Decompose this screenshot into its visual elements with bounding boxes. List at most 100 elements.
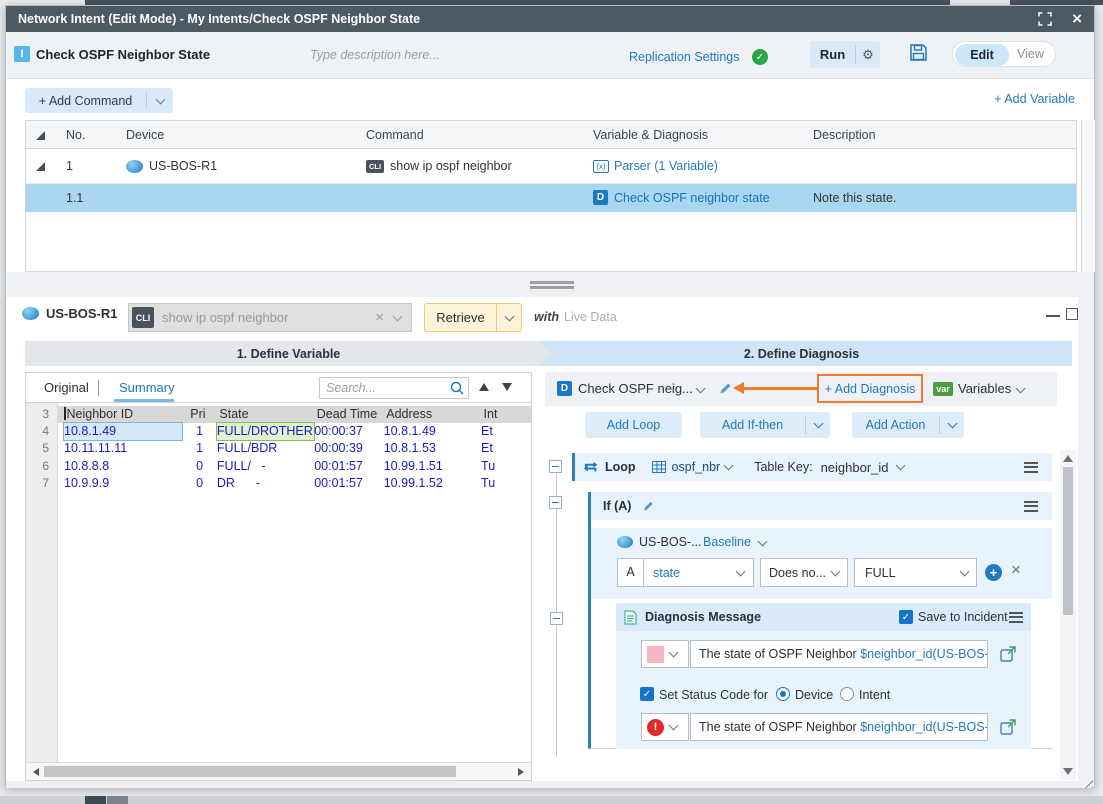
add-if-then-button[interactable]: Add If-then — [700, 412, 830, 438]
live-data-label: Live Data — [564, 310, 617, 324]
table-key-dropdown[interactable]: neighbor_id — [821, 460, 889, 475]
search-next-icon[interactable] — [502, 383, 512, 391]
fullscreen-icon[interactable] — [1038, 12, 1052, 26]
cli-command-input[interactable]: CLI show ip ospf neighbor × — [128, 303, 412, 332]
add-condition-icon[interactable]: + — [985, 564, 1002, 581]
condition-operator-select[interactable]: Does no... — [760, 558, 848, 587]
diagnosis-message-header[interactable]: Diagnosis Message ✓ Save to Incident — [616, 603, 1031, 631]
edit-if-pencil-icon[interactable] — [641, 499, 655, 513]
add-if-then-chevron-icon[interactable] — [806, 423, 830, 427]
tab-summary[interactable]: Summary — [119, 380, 175, 395]
replication-check-icon: ✓ — [752, 49, 768, 65]
table-scrollbar-track[interactable] — [1081, 120, 1095, 272]
status-message-input[interactable]: The state of OSPF Neighbor $neighbor_id(… — [690, 713, 988, 741]
message-color-select[interactable] — [641, 640, 689, 668]
variables-badge: var — [933, 382, 953, 396]
retrieve-dropdown-icon[interactable] — [497, 316, 521, 320]
collapse-all-icon[interactable] — [36, 131, 45, 140]
if-menu-icon[interactable] — [1024, 501, 1038, 512]
scroll-left-icon[interactable] — [33, 768, 39, 776]
save-to-incident-checkbox[interactable]: ✓ — [899, 610, 913, 624]
save-to-incident-label: Save to Incident — [918, 610, 1008, 624]
edit-toggle[interactable]: Edit — [955, 44, 1009, 66]
variables-dropdown[interactable]: Variables — [958, 381, 1011, 396]
search-box — [319, 377, 469, 399]
add-action-chevron-icon[interactable] — [940, 423, 964, 427]
status-code-select[interactable]: ! — [641, 713, 689, 741]
table-row-diagnosis-selected[interactable]: 1.1 D Check OSPF neighbor state Note thi… — [26, 184, 1076, 212]
command-dropdown-icon[interactable] — [393, 311, 403, 321]
status-intent-radio[interactable] — [840, 687, 854, 701]
retrieve-button[interactable]: Retrieve — [425, 310, 496, 325]
scroll-down-icon[interactable] — [1063, 768, 1073, 775]
annotation-arrow-head — [733, 382, 744, 394]
description-input[interactable] — [308, 45, 548, 65]
v-scroll-thumb[interactable] — [1063, 467, 1073, 615]
set-status-checkbox[interactable]: ✓ — [640, 687, 654, 701]
search-icon[interactable] — [450, 381, 464, 395]
run-button[interactable]: Run — [810, 47, 855, 62]
h-scroll-thumb[interactable] — [44, 766, 456, 777]
loop-row[interactable]: Loop ospf_nbr Table Key: neighbor_id — [572, 453, 1052, 481]
status-message-expand-icon[interactable] — [1000, 719, 1016, 738]
remove-condition-icon[interactable]: × — [1011, 560, 1021, 580]
scroll-right-icon[interactable] — [518, 768, 524, 776]
parser-link[interactable]: Parser (1 Variable) — [614, 159, 718, 173]
minimize-icon[interactable] — [1046, 315, 1060, 317]
status-device-radio[interactable] — [776, 687, 790, 701]
add-loop-button[interactable]: Add Loop — [585, 412, 682, 438]
splitter-handle[interactable] — [530, 281, 574, 289]
if-label: If (A) — [603, 499, 631, 513]
replication-settings-link[interactable]: Replication Settings — [629, 50, 739, 64]
diagnosis-name-dropdown[interactable]: Check OSPF neig... — [578, 381, 693, 396]
condition-variable-select[interactable]: A state — [617, 558, 754, 587]
loop-menu-icon[interactable] — [1024, 462, 1038, 473]
condition-source-chevron-icon[interactable] — [758, 537, 768, 547]
clear-command-icon[interactable]: × — [375, 309, 384, 326]
condition-value-select[interactable]: FULL — [854, 558, 977, 587]
row-expand-icon[interactable] — [36, 162, 45, 171]
search-prev-icon[interactable] — [479, 383, 489, 391]
condition-source-dropdown[interactable]: Baseline — [703, 535, 751, 549]
if-header-row[interactable]: If (A) — [591, 492, 1052, 520]
diagnosis-collapse-box[interactable] — [550, 612, 563, 625]
view-toggle[interactable]: View — [1017, 47, 1044, 61]
add-action-button[interactable]: Add Action — [852, 412, 964, 438]
loop-collapse-box[interactable] — [549, 460, 562, 473]
variables-chevron-icon[interactable] — [1016, 384, 1026, 394]
tab-original[interactable]: Original — [44, 380, 89, 395]
diagnosis-name-chevron-icon[interactable] — [696, 384, 706, 394]
h-scrollbar[interactable] — [26, 762, 531, 780]
message-input[interactable]: The state of OSPF Neighbor $neighbor_id(… — [690, 640, 988, 668]
run-settings-gear-icon[interactable]: ⚙ — [856, 47, 880, 63]
variable-panel: Original Summary 3Neighbor IDPriStateDea… — [25, 372, 532, 781]
diagnosis-message-menu-icon[interactable] — [1009, 612, 1023, 623]
code-area[interactable]: 3Neighbor IDPriStateDead TimeAddressInt4… — [26, 403, 531, 762]
document-icon — [624, 610, 637, 625]
table-key-chevron-icon[interactable] — [895, 461, 905, 471]
maximize-icon[interactable] — [1066, 308, 1078, 320]
if-collapse-box[interactable] — [549, 496, 562, 509]
status-device-label: Device — [795, 688, 833, 702]
code-line: 710.9.9.90DR -00:01:5710.99.1.52Tu — [26, 475, 531, 492]
loop-table-chevron-icon[interactable] — [724, 461, 734, 471]
status-message-variable: $neighbor_id(US-BOS-R1.os — [860, 720, 988, 734]
edit-diagnosis-pencil-icon[interactable] — [717, 380, 733, 399]
command-table: No. Device Command Variable & Diagnosis … — [25, 120, 1077, 272]
step2-band: 2. Define Diagnosis — [531, 341, 1072, 366]
add-variable-link[interactable]: + Add Variable — [985, 92, 1075, 106]
background-taskbar-block-2 — [107, 796, 128, 804]
diagnosis-link[interactable]: Check OSPF neighbor state — [614, 191, 770, 205]
loop-table-dropdown[interactable]: ospf_nbr — [672, 460, 721, 474]
v-scrollbar[interactable] — [1060, 450, 1076, 780]
message-expand-icon[interactable] — [1000, 646, 1016, 665]
add-diagnosis-button[interactable]: + Add Diagnosis — [817, 374, 923, 403]
search-input[interactable] — [320, 380, 450, 396]
diagnosis-badge: D — [557, 381, 572, 396]
table-row-command[interactable]: 1 US-BOS-R1 CLI show ip ospf neighbor (x… — [26, 149, 1076, 184]
table-icon — [652, 461, 666, 473]
close-icon[interactable]: × — [1072, 12, 1082, 26]
add-command-button[interactable]: + Add Command — [25, 88, 173, 113]
scroll-up-icon[interactable] — [1063, 455, 1073, 462]
save-icon[interactable] — [909, 43, 928, 65]
